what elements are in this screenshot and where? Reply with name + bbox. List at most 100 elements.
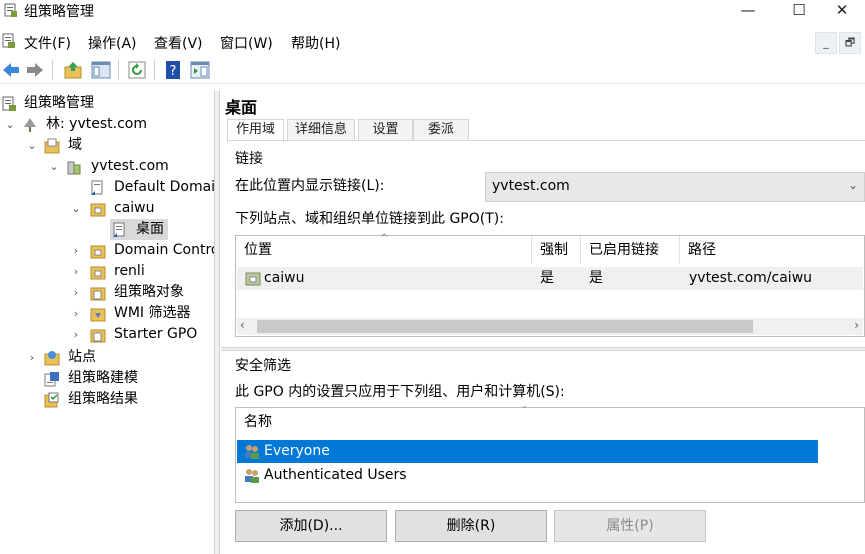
forest-tree-icon	[24, 118, 36, 132]
gpmc-window: 组策略管理 — ☐ ✕ 文件(F) 操作(A) 查看(V) 窗口(W) 帮助(H…	[0, 0, 865, 554]
links-col-enabled[interactable]: 已启用链接	[581, 236, 680, 264]
properties-button[interactable]: 属性(P)	[554, 510, 706, 542]
minimize-button[interactable]: —	[725, 0, 771, 22]
tree-node-gpo-objects[interactable]: › 组策略对象	[0, 282, 214, 303]
tree-node-domains[interactable]: ⌄ 域	[0, 135, 214, 156]
menu-file[interactable]: 文件(F)	[24, 33, 71, 53]
mdi-child-icon[interactable]	[2, 33, 16, 49]
gpmc-icon	[2, 96, 16, 111]
scroll-left-icon[interactable]: ‹	[240, 318, 245, 332]
tab-delegation[interactable]: 委派	[413, 119, 469, 141]
forward-arrow-icon[interactable]	[24, 59, 46, 81]
menu-view[interactable]: 查看(V)	[154, 33, 203, 53]
security-filter-list[interactable]: ˇ 名称 Everyone Authenticated Users	[235, 406, 865, 503]
tree-node-desktop-gpo[interactable]: 桌面	[110, 219, 168, 240]
section-divider[interactable]	[221, 347, 865, 351]
links-col-path[interactable]: 路径	[680, 236, 864, 264]
expand-chevron-icon[interactable]: ›	[26, 347, 38, 368]
tree-node-root[interactable]: 组策略管理	[0, 93, 214, 114]
back-arrow-icon[interactable]	[0, 59, 22, 81]
up-folder-icon[interactable]	[62, 59, 84, 81]
refresh-icon[interactable]	[126, 59, 148, 81]
ou-folder-icon	[90, 203, 106, 217]
tree-node-default-domain-policy[interactable]: Default Domair	[0, 177, 214, 198]
tree-node-sites[interactable]: › 站点	[0, 347, 214, 368]
tree-node-forest[interactable]: ⌄ 林: yvtest.com	[0, 114, 214, 135]
close-button[interactable]: ✕	[819, 0, 865, 22]
tree-node-caiwu[interactable]: ⌄ caiwu	[0, 198, 214, 219]
ou-folder-icon	[90, 266, 106, 280]
add-button[interactable]: 添加(D)...	[235, 510, 387, 542]
links-horizontal-scrollbar[interactable]: ‹ ›	[237, 318, 863, 335]
properties-pane-icon[interactable]	[189, 59, 211, 81]
menu-action[interactable]: 操作(A)	[88, 33, 137, 53]
collapse-chevron-icon[interactable]: ⌄	[70, 198, 82, 219]
starter-gpo-folder-icon	[90, 329, 106, 343]
scrollbar-thumb[interactable]	[257, 320, 753, 333]
toolbar-separator	[118, 60, 119, 80]
tree-node-renli[interactable]: › renli	[0, 261, 214, 282]
group-users-icon	[245, 469, 259, 483]
toolbar: ?	[0, 56, 865, 84]
collapse-chevron-icon[interactable]: ⌄	[26, 135, 38, 156]
tree-label: WMI 筛选器	[114, 305, 191, 321]
tree-label: 组策略建模	[68, 370, 138, 386]
tree-node-wmi-filters[interactable]: › WMI 筛选器	[0, 303, 214, 324]
display-links-combo[interactable]: yvtest.com ⌄	[485, 172, 865, 202]
tab-settings[interactable]: 设置	[358, 119, 413, 141]
tree-label: yvtest.com	[91, 158, 169, 174]
menu-help[interactable]: 帮助(H)	[291, 33, 340, 53]
help-icon[interactable]: ?	[162, 59, 184, 81]
sites-folder-icon	[44, 351, 60, 366]
list-item[interactable]: Everyone	[237, 440, 818, 463]
list-item[interactable]: Authenticated Users	[237, 464, 818, 487]
collapse-chevron-icon[interactable]: ⌄	[48, 156, 60, 177]
ou-folder-icon	[90, 245, 106, 259]
tab-scope[interactable]: 作用域	[227, 119, 284, 142]
links-col-location[interactable]: 位置	[236, 236, 532, 264]
console-tree: 组策略管理 ⌄ 林: yvtest.com ⌄ 域 ⌄ yvtest.com D…	[0, 91, 214, 554]
domain-icon	[67, 161, 81, 175]
mdi-minimize-button[interactable]: _	[815, 32, 837, 54]
scroll-right-icon[interactable]: ›	[854, 318, 859, 332]
group-users-icon	[245, 445, 259, 459]
maximize-button[interactable]: ☐	[776, 0, 822, 22]
toolbar-separator	[154, 60, 155, 80]
pane-splitter[interactable]	[214, 91, 220, 554]
chevron-down-icon[interactable]: ⌄	[848, 178, 858, 192]
cell-location: caiwu	[264, 270, 305, 286]
links-col-enforced[interactable]: 强制	[532, 236, 581, 264]
expand-chevron-icon[interactable]: ›	[70, 303, 82, 324]
tree-label: caiwu	[114, 200, 155, 216]
tree-label: 组策略对象	[114, 284, 184, 300]
collapse-chevron-icon[interactable]: ⌄	[4, 114, 16, 135]
modeling-icon	[44, 372, 59, 387]
display-links-value: yvtest.com	[492, 178, 570, 194]
tree-node-domain[interactable]: ⌄ yvtest.com	[0, 156, 214, 177]
remove-button[interactable]: 删除(R)	[395, 510, 547, 542]
gpo-link-icon	[113, 222, 125, 237]
tree-node-domain-controllers[interactable]: › Domain Contro	[0, 240, 214, 261]
tab-details[interactable]: 详细信息	[287, 119, 355, 141]
links-table[interactable]: ^ 位置 强制 已启用链接 路径 caiwu 是 是 yvtest.com/ca…	[235, 233, 865, 337]
detail-pane: 桌面 作用域 详细信息 设置 委派 链接 在此位置内显示链接(L): yvtes…	[221, 91, 865, 554]
expand-chevron-icon[interactable]: ›	[70, 261, 82, 282]
linked-label: 下列站点、域和组织单位链接到此 GPO(T):	[235, 211, 504, 227]
table-row[interactable]: caiwu 是 是 yvtest.com/caiwu	[237, 267, 863, 290]
security-filter-label: 此 GPO 内的设置只应用于下列组、用户和计算机(S):	[235, 384, 565, 400]
gpo-link-icon	[91, 180, 103, 195]
toolbar-separator	[52, 60, 53, 80]
tree-label: 桌面	[136, 221, 164, 237]
tree-node-modeling[interactable]: 组策略建模	[0, 368, 214, 389]
expand-chevron-icon[interactable]: ›	[70, 324, 82, 345]
security-col-name[interactable]: 名称	[236, 408, 864, 436]
mdi-restore-button[interactable]: 🗗	[839, 32, 861, 54]
links-section-title: 链接	[235, 151, 263, 167]
expand-chevron-icon[interactable]: ›	[70, 282, 82, 303]
menu-window[interactable]: 窗口(W)	[220, 33, 273, 53]
show-hide-tree-icon[interactable]	[90, 59, 112, 81]
expand-chevron-icon[interactable]: ›	[70, 240, 82, 261]
menu-bar: 文件(F) 操作(A) 查看(V) 窗口(W) 帮助(H) _ 🗗	[0, 29, 865, 55]
tree-node-results[interactable]: 组策略结果	[0, 389, 214, 410]
tree-node-starter-gpo[interactable]: › Starter GPO	[0, 324, 214, 345]
